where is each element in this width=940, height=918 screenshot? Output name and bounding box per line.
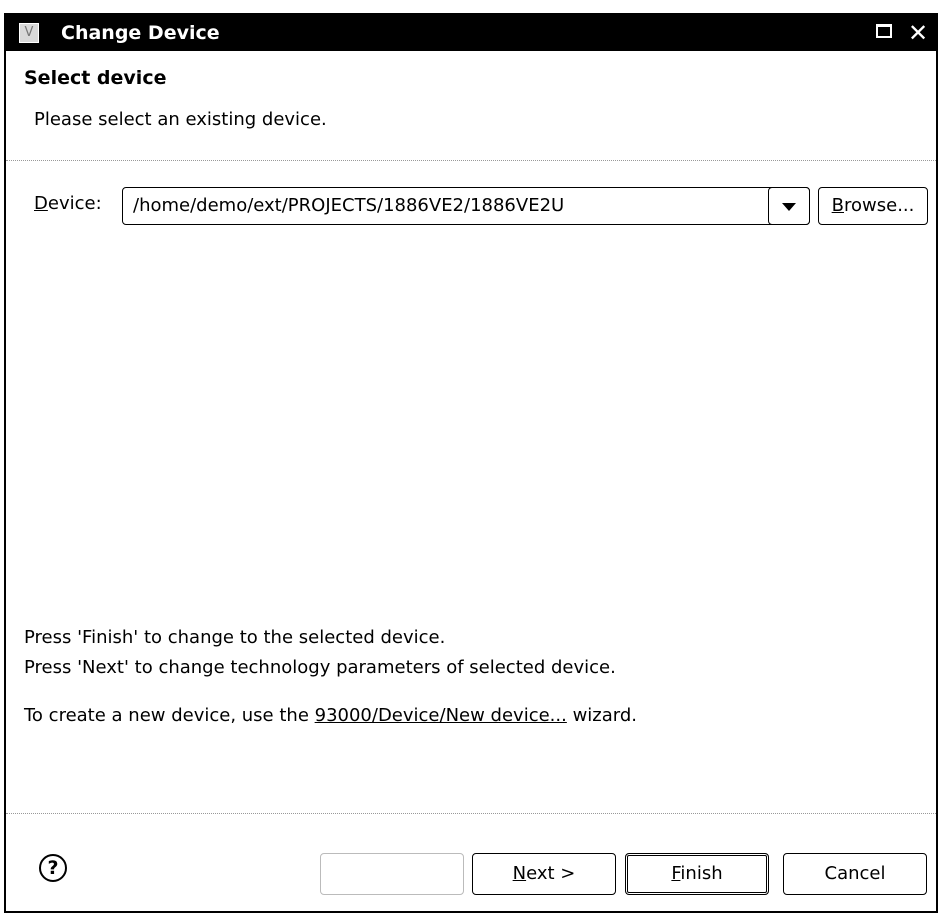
app-icon: V xyxy=(19,23,39,43)
device-combo[interactable]: /home/demo/ext/PROJECTS/1886VE2/1886VE2U xyxy=(122,187,810,225)
next-mnemonic: N xyxy=(512,863,527,884)
header-separator xyxy=(6,160,936,161)
info-new-device-text: To create a new device, use the 93000/De… xyxy=(24,705,637,726)
back-button[interactable] xyxy=(320,853,464,895)
browse-label-rest: rowse... xyxy=(844,195,915,216)
new-device-wizard-link[interactable]: 93000/Device/New device... xyxy=(315,705,567,726)
finish-label-rest: inish xyxy=(680,863,723,884)
change-device-dialog: V Change Device ✕ Select device Please s… xyxy=(4,13,938,913)
browse-button[interactable]: Browse... xyxy=(818,187,928,225)
device-label-rest: evice: xyxy=(47,193,102,214)
browse-mnemonic: B xyxy=(831,195,844,216)
title-bar[interactable]: V Change Device ✕ xyxy=(6,15,936,51)
footer-separator xyxy=(6,813,936,814)
chevron-down-icon xyxy=(782,203,796,211)
finish-button[interactable]: Finish xyxy=(625,853,769,895)
page-description: Please select an existing device. xyxy=(34,109,327,130)
info-new-device-prefix: To create a new device, use the xyxy=(24,705,315,726)
next-button[interactable]: Next > xyxy=(472,853,616,895)
help-icon[interactable]: ? xyxy=(39,854,67,882)
window-title: Change Device xyxy=(61,22,220,44)
device-label-mnemonic: D xyxy=(34,193,48,214)
cancel-button[interactable]: Cancel xyxy=(783,853,927,895)
maximize-icon[interactable] xyxy=(876,24,892,38)
device-dropdown-button[interactable] xyxy=(768,187,810,225)
device-path-input[interactable]: /home/demo/ext/PROJECTS/1886VE2/1886VE2U xyxy=(133,188,564,224)
info-next-text: Press 'Next' to change technology parame… xyxy=(24,657,616,678)
next-label-rest: ext > xyxy=(526,863,576,884)
close-icon[interactable]: ✕ xyxy=(904,16,932,50)
device-label: Device: xyxy=(34,193,102,214)
section-title: Select device xyxy=(24,67,167,89)
info-finish-text: Press 'Finish' to change to the selected… xyxy=(24,627,446,648)
info-new-device-suffix: wizard. xyxy=(566,705,638,726)
